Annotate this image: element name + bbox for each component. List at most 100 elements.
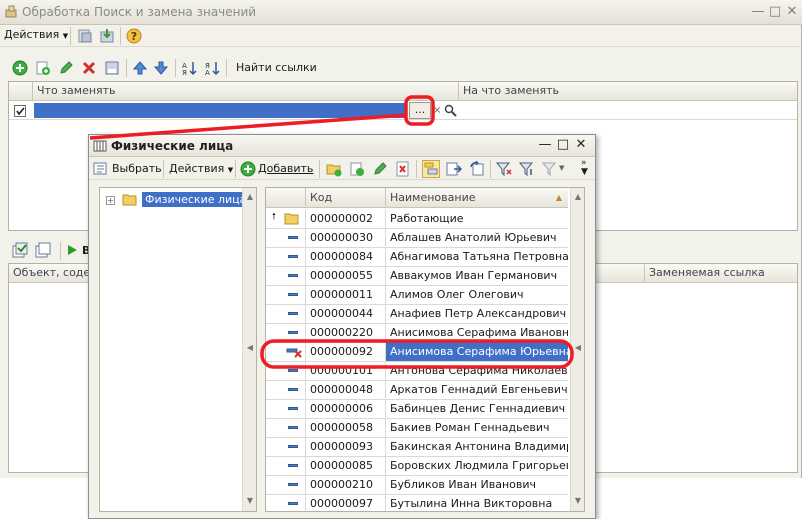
mark-delete-icon[interactable] <box>395 161 411 177</box>
minimize-button[interactable]: — <box>750 4 766 20</box>
tree-view-icon[interactable] <box>422 160 440 178</box>
element-icon <box>288 464 298 467</box>
list-row[interactable]: 000000093 Бакинская Антонина Владимиро... <box>266 437 568 457</box>
add-row-icon[interactable] <box>12 60 28 76</box>
import-icon[interactable] <box>99 28 115 44</box>
sort-indicator-icon: ▲ <box>555 193 562 202</box>
list-row[interactable]: 000000058 Бакиев Роман Геннадьевич <box>266 418 568 438</box>
row-name: Бабинцев Денис Геннадиевич <box>390 402 566 415</box>
list-row[interactable]: 000000030 Аблашев Анатолий Юрьевич <box>266 228 568 248</box>
row-code: 000000084 <box>306 247 386 266</box>
list-row[interactable]: 000000097 Бутылина Инна Викторовна <box>266 494 568 511</box>
move-down-icon[interactable] <box>153 60 169 76</box>
maximize-button[interactable]: □ <box>767 4 783 20</box>
list-row[interactable]: 000000220 Анисимова Серафима Ивановна <box>266 323 568 343</box>
row-name: Анисимова Серафима Ивановна <box>390 326 568 339</box>
actions-menu[interactable]: Действия ▼ <box>4 28 68 41</box>
list-row[interactable]: 000000044 Анафиев Петр Александрович <box>266 304 568 324</box>
list-row[interactable]: 000000048 Аркатов Геннадий Евгеньевич <box>266 380 568 400</box>
choose-value-button[interactable]: ... <box>409 102 431 119</box>
row-name: Анисимова Серафима Юрьевна <box>386 342 568 361</box>
add-icon <box>240 161 256 177</box>
row-code: 000000002 <box>306 209 386 228</box>
list-scrollbar[interactable]: ▲ ◀ ▼ <box>570 188 584 511</box>
svg-text:Я: Я <box>182 69 187 76</box>
popup-maximize-button[interactable]: □ <box>555 137 571 153</box>
row-checkbox[interactable] <box>14 105 26 117</box>
list-row[interactable]: 000000055 Аввакумов Иван Германович <box>266 266 568 286</box>
hierarchy-icon[interactable] <box>446 161 463 177</box>
list-row[interactable]: 000000084 Абнагимова Татьяна Петровна <box>266 247 568 267</box>
end-edit-icon[interactable] <box>104 60 120 76</box>
row-name: Аввакумов Иван Германович <box>390 269 558 282</box>
more-tools-icon[interactable]: » ▼ <box>581 159 591 179</box>
add-button[interactable]: Добавить <box>240 161 313 177</box>
element-icon <box>288 407 298 410</box>
column-what-to-replace[interactable]: Что заменять <box>33 82 459 100</box>
find-links-button[interactable]: Найти ссылки <box>236 61 317 74</box>
help-icon[interactable]: ? <box>126 28 142 44</box>
column-replaced-link[interactable]: Заменяемая ссылка <box>645 264 797 282</box>
expand-icon[interactable]: + <box>106 196 115 205</box>
filter-history-icon[interactable] <box>541 161 558 177</box>
row-code: 000000048 <box>306 380 386 399</box>
popup-minimize-button[interactable]: — <box>537 137 553 153</box>
chevron-down-icon[interactable]: ▼ <box>559 164 567 172</box>
add-folder-icon[interactable] <box>326 161 342 177</box>
scroll-down-icon[interactable]: ▼ <box>243 494 257 508</box>
tree-scrollbar[interactable]: ▲ ◀ ▼ <box>242 188 256 511</box>
level-up-icon[interactable]: 🠕 <box>272 209 276 227</box>
list-row[interactable]: 000000006 Бабинцев Денис Геннадиевич <box>266 399 568 419</box>
row-code: 000000101 <box>306 361 386 380</box>
search-icon[interactable] <box>444 104 457 117</box>
list-row[interactable]: 000000011 Алимов Олег Олегович <box>266 285 568 305</box>
clear-value-icon[interactable]: × <box>433 105 443 117</box>
element-icon <box>288 502 298 505</box>
row-name: Алимов Олег Олегович <box>390 288 524 301</box>
svg-text:?: ? <box>131 30 137 43</box>
refresh-icon[interactable] <box>469 160 485 177</box>
column-replace-with[interactable]: На что заменять <box>459 82 797 100</box>
toolbar-separator <box>120 27 121 45</box>
check-all-icon[interactable] <box>12 242 28 258</box>
row-icon-cell <box>266 380 306 399</box>
list-rows: 🠕 000000002 Работающие 000000030 Аблашев Ана… <box>266 209 568 511</box>
copy-icon[interactable] <box>349 161 365 177</box>
scroll-down-icon[interactable]: ▼ <box>571 494 584 508</box>
list-row[interactable]: 🠕 000000002 Работающие <box>266 209 568 229</box>
column-name[interactable]: Наименование ▲ <box>386 188 568 208</box>
window-title: Обработка Поиск и замена значений <box>22 5 257 19</box>
delete-icon[interactable] <box>81 60 97 76</box>
list-row[interactable]: 000000085 Боровских Людмила Григорьевна <box>266 456 568 476</box>
column-code[interactable]: Код <box>306 188 386 208</box>
list-row[interactable]: 000000210 Бубликов Иван Иванович <box>266 475 568 495</box>
edit-icon[interactable] <box>372 161 388 177</box>
close-button[interactable]: ✕ <box>784 4 800 20</box>
list-header: Код Наименование ▲ <box>266 188 568 208</box>
sort-ascending-icon[interactable]: AЯ <box>181 60 197 77</box>
folder-icon <box>284 213 299 225</box>
popup-actions-menu[interactable]: Действия ▼ <box>169 162 233 175</box>
uncheck-all-icon[interactable] <box>35 242 51 258</box>
select-button[interactable]: Выбрать <box>93 161 162 177</box>
popup-close-button[interactable]: ✕ <box>573 137 589 153</box>
row-icon-cell <box>266 494 306 511</box>
edit-icon[interactable] <box>58 60 74 76</box>
filter-icon[interactable] <box>495 161 512 177</box>
scroll-up-icon[interactable]: ▲ <box>571 190 584 204</box>
element-icon <box>288 293 298 296</box>
filter-by-value-icon[interactable] <box>518 161 535 177</box>
save-copy-icon[interactable] <box>77 28 93 44</box>
tree-item-root[interactable]: + Физические лица <box>100 192 250 208</box>
replacement-row[interactable]: ... × <box>9 102 797 120</box>
list-row[interactable]: 000000092 Анисимова Серафима Юрьевна <box>266 342 568 362</box>
move-up-icon[interactable] <box>132 60 148 76</box>
what-to-replace-input[interactable] <box>34 103 406 118</box>
scroll-up-icon[interactable]: ▲ <box>243 190 257 204</box>
row-code: 000000210 <box>306 475 386 494</box>
sort-descending-icon[interactable]: ЯA <box>204 60 220 77</box>
row-name: Боровских Людмила Григорьевна <box>390 459 568 472</box>
run-icon[interactable] <box>66 244 78 256</box>
list-row[interactable]: 000000101 Антонова Серафима Николаевна <box>266 361 568 381</box>
copy-row-icon[interactable] <box>35 60 51 76</box>
